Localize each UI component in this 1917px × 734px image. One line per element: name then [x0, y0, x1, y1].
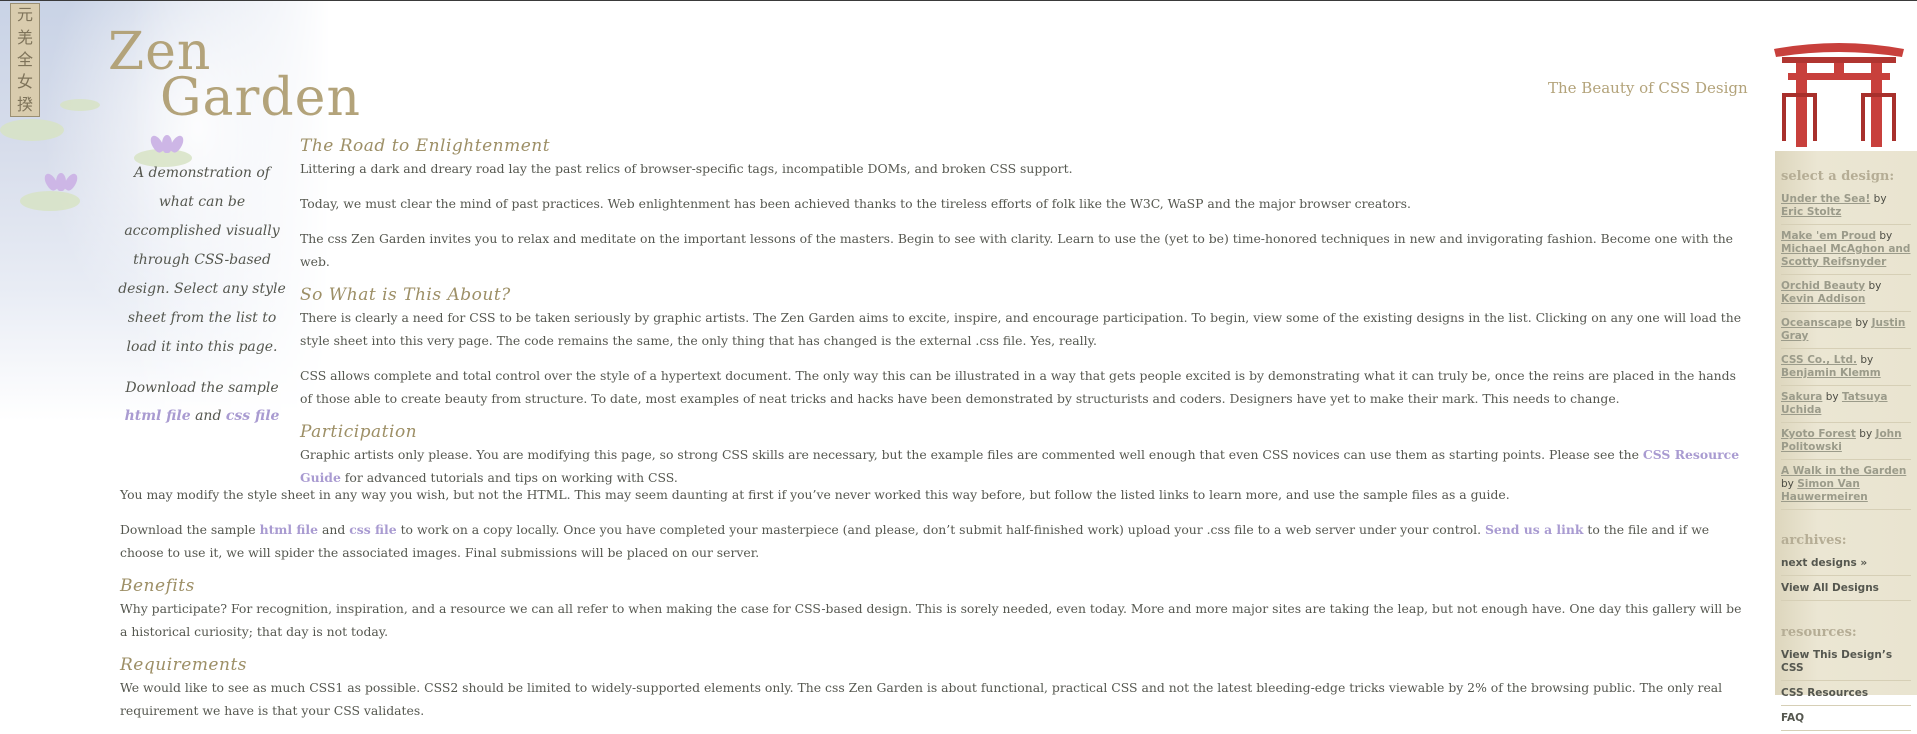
lotus-flower-icon: [42, 171, 80, 193]
design-name-link[interactable]: Oceanscape: [1781, 317, 1852, 329]
main-content: The Road to Enlightenment Littering a da…: [300, 136, 1747, 501]
by-label: by: [1873, 193, 1887, 205]
design-list-item[interactable]: Make 'em Proud by Michael McAghon and Sc…: [1781, 230, 1911, 275]
by-label: by: [1868, 280, 1882, 292]
design-name-link[interactable]: Under the Sea!: [1781, 193, 1870, 205]
by-label: by: [1855, 317, 1869, 329]
paragraph: CSS allows complete and total control ov…: [300, 368, 1736, 406]
main-content-wide: You may modify the style sheet in any wa…: [120, 483, 1750, 734]
design-list-item[interactable]: Oceanscape by Justin Gray: [1781, 317, 1911, 349]
design-name-link[interactable]: Make 'em Proud: [1781, 230, 1876, 242]
send-us-a-link[interactable]: Send us a link: [1485, 522, 1583, 537]
design-name-link[interactable]: Kyoto Forest: [1781, 428, 1856, 440]
seal-glyph: 女: [16, 72, 33, 92]
by-label: by: [1860, 354, 1874, 366]
text-run: to work on a copy locally. Once you have…: [396, 522, 1485, 537]
seal-glyph: 元: [16, 5, 33, 25]
design-list-item[interactable]: A Walk in the Garden by Simon Van Hauwer…: [1781, 465, 1911, 510]
view-design-css-link[interactable]: View This Design’s CSS: [1781, 649, 1911, 681]
faq-link[interactable]: FAQ: [1781, 712, 1911, 731]
section-title: Participation: [300, 422, 418, 442]
design-name-link[interactable]: CSS Co., Ltd.: [1781, 354, 1857, 366]
designer-link[interactable]: Eric Stoltz: [1781, 206, 1841, 218]
design-name-link[interactable]: Sakura: [1781, 391, 1822, 403]
section-road: The Road to Enlightenment Littering a da…: [300, 136, 1747, 273]
seal-glyph: 羌: [16, 27, 33, 47]
paragraph: Today, we must clear the mind of past pr…: [300, 196, 1411, 211]
designer-link[interactable]: Simon Van Hauwermeiren: [1781, 478, 1868, 503]
lily-pad: [60, 99, 100, 111]
seal-glyph: 揆: [16, 94, 33, 114]
by-label: by: [1859, 428, 1873, 440]
paragraph: You may modify the style sheet in any wa…: [120, 487, 1510, 502]
design-list-item[interactable]: CSS Co., Ltd. by Benjamin Klemm: [1781, 354, 1911, 386]
by-label: by: [1781, 478, 1794, 490]
seal-glyph: 全: [16, 49, 33, 69]
paragraph: Littering a dark and dreary road lay the…: [300, 161, 1073, 176]
kanji-seal: 元 羌 全 女 揆: [10, 3, 40, 117]
design-list-item[interactable]: Sakura by Tatsuya Uchida: [1781, 391, 1911, 423]
designer-link[interactable]: Benjamin Klemm: [1781, 367, 1881, 379]
section-title: So What is This About?: [300, 285, 511, 305]
design-list-item[interactable]: Under the Sea! by Eric Stoltz: [1781, 193, 1911, 225]
view-all-designs-link[interactable]: View All Designs: [1781, 582, 1911, 601]
lily-pad: [20, 191, 80, 211]
design-list-item[interactable]: Kyoto Forest by John Politowski: [1781, 428, 1911, 460]
by-label: by: [1825, 391, 1839, 403]
paragraph: We would like to see as much CSS1 as pos…: [120, 680, 1723, 718]
intro-css-file-link[interactable]: css file: [226, 408, 280, 424]
intro-text: A demonstration of what can be accomplis…: [118, 165, 286, 355]
design-sidebar: select a design: Under the Sea! by Eric …: [1775, 151, 1917, 731]
text-run: and: [318, 522, 350, 537]
select-design-heading: select a design:: [1781, 169, 1895, 184]
design-list-item[interactable]: Orchid Beauty by Kevin Addison: [1781, 280, 1911, 312]
intro-download-label: Download the sample: [125, 380, 279, 396]
intro-html-file-link[interactable]: html file: [125, 408, 191, 424]
section-title: Requirements: [120, 655, 248, 675]
text-run: Download the sample: [120, 522, 260, 537]
torii-gate-icon: [1774, 43, 1904, 147]
section-requirements: Requirements We would like to see as muc…: [120, 655, 1750, 722]
designer-link[interactable]: Michael McAghon and Scotty Reifsnyder: [1781, 243, 1910, 268]
section-benefits: Benefits Why participate? For recognitio…: [120, 576, 1750, 643]
design-name-link[interactable]: A Walk in the Garden: [1781, 465, 1906, 477]
by-label: by: [1879, 230, 1893, 242]
html-file-link[interactable]: html file: [260, 522, 318, 537]
text-run: Graphic artists only please. You are mod…: [300, 447, 1643, 462]
intro-summary: A demonstration of what can be accomplis…: [117, 159, 287, 430]
paragraph: Why participate? For recognition, inspir…: [120, 601, 1742, 639]
archives-heading: archives:: [1781, 533, 1847, 548]
section-title: Benefits: [120, 576, 195, 596]
design-name-link[interactable]: Orchid Beauty: [1781, 280, 1865, 292]
css-file-link[interactable]: css file: [349, 522, 396, 537]
paragraph: Download the sample html file and css fi…: [120, 518, 1750, 564]
site-tagline: The Beauty of CSS Design: [1548, 79, 1748, 97]
intro-download: Download the sample html file and css fi…: [117, 374, 287, 430]
section-about: So What is This About? There is clearly …: [300, 285, 1747, 410]
intro-and-text: and: [195, 408, 222, 424]
next-designs-link[interactable]: next designs »: [1781, 557, 1911, 576]
site-logo: Zen Garden: [108, 26, 361, 124]
designer-link[interactable]: Kevin Addison: [1781, 293, 1865, 305]
section-title: The Road to Enlightenment: [300, 136, 551, 156]
section-participation: Participation Graphic artists only pleas…: [300, 422, 1747, 489]
lotus-flower-icon: [148, 133, 186, 155]
lily-pad: [0, 119, 64, 141]
paragraph: There is clearly a need for CSS to be ta…: [300, 310, 1742, 348]
css-resources-link[interactable]: CSS Resources: [1781, 687, 1911, 706]
paragraph: The css Zen Garden invites you to relax …: [300, 231, 1734, 269]
resources-heading: resources:: [1781, 625, 1857, 640]
